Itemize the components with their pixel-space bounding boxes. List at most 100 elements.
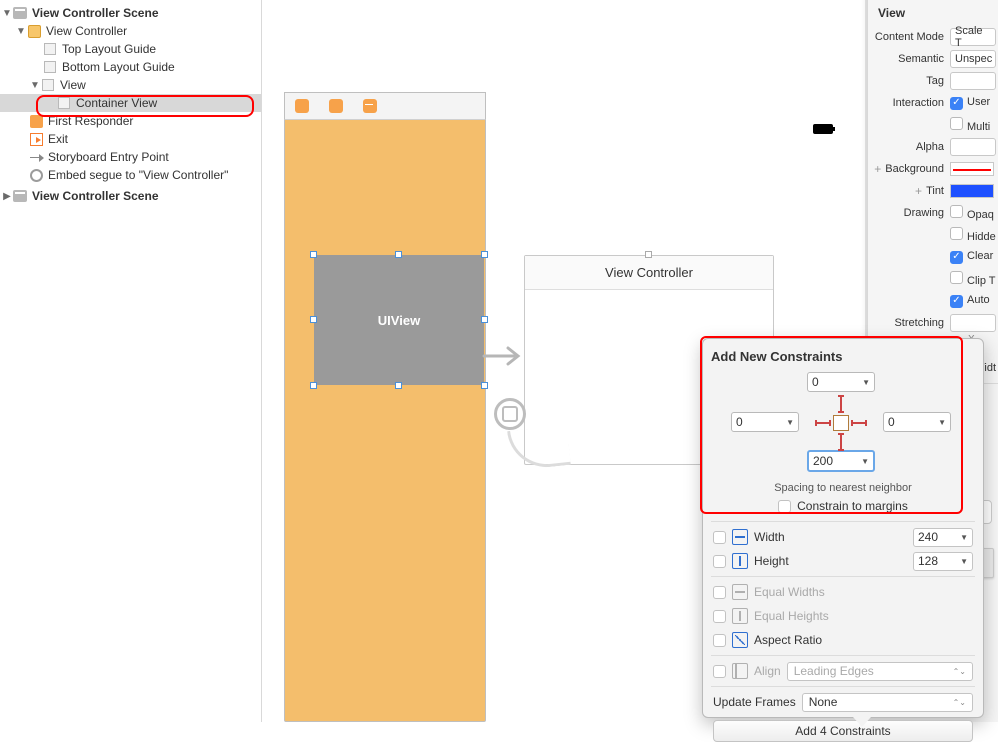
top-layout-guide-row[interactable]: Top Layout Guide bbox=[0, 40, 261, 58]
divider bbox=[711, 686, 975, 687]
aspect-ratio-checkbox[interactable] bbox=[713, 634, 726, 647]
first-responder-icon bbox=[28, 113, 44, 129]
container-view-row[interactable]: Container View bbox=[0, 94, 261, 112]
aspect-ratio-row: Aspect Ratio bbox=[703, 628, 983, 652]
clears-checkbox[interactable] bbox=[950, 251, 963, 264]
resize-handle[interactable] bbox=[481, 316, 488, 323]
bottom-layout-guide-row[interactable]: Bottom Layout Guide bbox=[0, 58, 261, 76]
disclosure-triangle-icon[interactable]: ▼ bbox=[16, 26, 26, 37]
view-row[interactable]: ▼ View bbox=[0, 76, 261, 94]
chevron-down-icon[interactable]: ▼ bbox=[960, 533, 968, 542]
resize-handle[interactable] bbox=[310, 316, 317, 323]
constrain-margins-checkbox[interactable] bbox=[778, 500, 791, 513]
tag-row: Tag bbox=[868, 70, 998, 92]
width-constraint-icon bbox=[732, 529, 748, 545]
clip-checkbox[interactable] bbox=[950, 271, 963, 284]
view-controller-row[interactable]: ▼ View Controller bbox=[0, 22, 261, 40]
exit-label: Exit bbox=[48, 132, 68, 146]
opaque-checkbox[interactable] bbox=[950, 205, 963, 218]
align-icon bbox=[732, 663, 748, 679]
spacing-center-box-icon bbox=[833, 415, 849, 431]
chevron-down-icon[interactable]: ▼ bbox=[861, 457, 869, 466]
tag-field[interactable] bbox=[950, 72, 996, 90]
divider bbox=[711, 521, 975, 522]
vc-toolbar-icon-1[interactable] bbox=[295, 99, 309, 113]
drawing-label: Drawing bbox=[868, 207, 950, 219]
plus-icon[interactable]: + bbox=[911, 184, 926, 198]
update-frames-label: Update Frames bbox=[713, 695, 796, 709]
entry-point-row[interactable]: Storyboard Entry Point bbox=[0, 148, 261, 166]
right-spacing-field[interactable]: 0▼ bbox=[883, 412, 951, 432]
left-spacing-field[interactable]: 0▼ bbox=[731, 412, 799, 432]
resize-handle[interactable] bbox=[645, 251, 652, 258]
update-frames-select[interactable]: None⌃⌄ bbox=[802, 693, 973, 712]
vc-toolbar-icon-2[interactable] bbox=[329, 99, 343, 113]
resize-handle[interactable] bbox=[310, 382, 317, 389]
layout-guide-icon bbox=[42, 59, 58, 75]
disclosure-triangle-icon[interactable]: ▼ bbox=[30, 80, 40, 91]
semantic-select[interactable]: Unspec bbox=[950, 50, 996, 68]
height-constraint-icon bbox=[732, 553, 748, 569]
alpha-label: Alpha bbox=[868, 141, 950, 153]
view-controller-icon bbox=[26, 23, 42, 39]
exit-row[interactable]: Exit bbox=[0, 130, 261, 148]
disclosure-triangle-icon[interactable]: ▼ bbox=[2, 8, 12, 19]
first-responder-row[interactable]: First Responder bbox=[0, 112, 261, 130]
divider bbox=[711, 576, 975, 577]
align-checkbox[interactable] bbox=[713, 665, 726, 678]
scene-row-2[interactable]: ▶ View Controller Scene bbox=[0, 187, 261, 205]
stretching-label: Stretching bbox=[868, 317, 950, 329]
tint-color-well[interactable] bbox=[950, 184, 994, 198]
device-toolbar bbox=[284, 92, 486, 120]
strut-left-icon[interactable] bbox=[816, 422, 830, 424]
embed-segue-label: Embed segue to "View Controller" bbox=[48, 168, 228, 182]
aspect-ratio-label: Aspect Ratio bbox=[754, 633, 973, 647]
plus-icon[interactable]: + bbox=[870, 162, 885, 176]
autoresize-checkbox[interactable] bbox=[950, 295, 963, 308]
height-constraint-checkbox[interactable] bbox=[713, 555, 726, 568]
chevron-down-icon[interactable]: ▼ bbox=[960, 557, 968, 566]
equal-heights-checkbox[interactable] bbox=[713, 610, 726, 623]
vc-toolbar-icon-3[interactable] bbox=[363, 99, 377, 113]
content-mode-select[interactable]: Scale T bbox=[950, 28, 996, 46]
add-constraints-button[interactable]: Add 4 Constraints bbox=[713, 720, 973, 742]
segue-connector-icon[interactable] bbox=[494, 398, 526, 430]
alpha-field[interactable] bbox=[950, 138, 996, 156]
width-value-field[interactable]: 240▼ bbox=[913, 528, 973, 547]
width-constraint-checkbox[interactable] bbox=[713, 531, 726, 544]
scene-row-1[interactable]: ▼ View Controller Scene bbox=[0, 4, 261, 22]
strut-right-icon[interactable] bbox=[852, 422, 866, 424]
opaque-label: Opaq bbox=[967, 209, 994, 221]
alpha-row: Alpha bbox=[868, 136, 998, 158]
embed-segue-row[interactable]: Embed segue to "View Controller" bbox=[0, 166, 261, 184]
height-value-field[interactable]: 128▼ bbox=[913, 552, 973, 571]
hidden-checkbox[interactable] bbox=[950, 227, 963, 240]
equal-widths-label: Equal Widths bbox=[754, 585, 973, 599]
interaction-label: Interaction bbox=[868, 97, 950, 109]
chevron-down-icon[interactable]: ▼ bbox=[938, 418, 946, 427]
stretching-field[interactable] bbox=[950, 314, 996, 332]
resize-handle[interactable] bbox=[481, 251, 488, 258]
strut-bottom-icon[interactable] bbox=[840, 434, 842, 450]
resize-handle[interactable] bbox=[395, 251, 402, 258]
resize-handle[interactable] bbox=[395, 382, 402, 389]
semantic-row: Semantic Unspec bbox=[868, 48, 998, 70]
entry-point-label: Storyboard Entry Point bbox=[48, 150, 169, 164]
semantic-label: Semantic bbox=[868, 53, 950, 65]
align-select[interactable]: Leading Edges⌃⌄ bbox=[787, 662, 973, 681]
equal-widths-checkbox[interactable] bbox=[713, 586, 726, 599]
resize-handle[interactable] bbox=[310, 251, 317, 258]
uiview-selected[interactable]: UIView bbox=[314, 255, 484, 385]
bottom-spacing-field[interactable]: 200▼ bbox=[807, 450, 875, 472]
disclosure-triangle-icon[interactable]: ▶ bbox=[2, 191, 12, 202]
top-spacing-field[interactable]: 0▼ bbox=[807, 372, 875, 392]
resize-handle[interactable] bbox=[481, 382, 488, 389]
background-color-well[interactable] bbox=[950, 162, 994, 176]
user-interaction-checkbox[interactable] bbox=[950, 97, 963, 110]
device-frame[interactable] bbox=[284, 92, 486, 722]
multitouch-checkbox[interactable] bbox=[950, 117, 963, 130]
chevron-down-icon[interactable]: ▼ bbox=[862, 378, 870, 387]
chevron-down-icon[interactable]: ▼ bbox=[786, 418, 794, 427]
strut-top-icon[interactable] bbox=[840, 396, 842, 412]
autoresize-row: Auto bbox=[868, 290, 998, 312]
